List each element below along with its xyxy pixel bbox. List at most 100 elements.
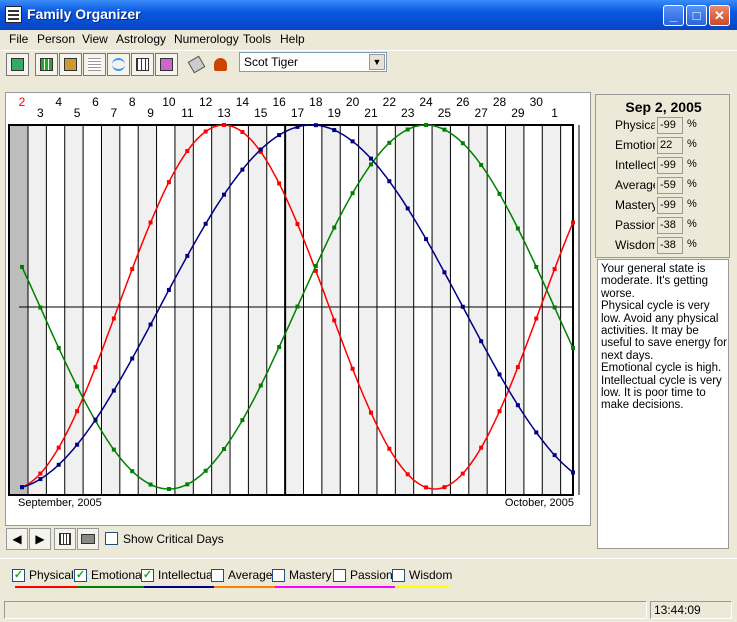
- description-panel[interactable]: Your general state is moderate. It's get…: [597, 259, 729, 549]
- stat-value-physical: -99: [657, 117, 683, 134]
- current-day-column: [9, 125, 28, 495]
- biorhythm-chart: 2 4 6 8 10 12 14 16 18 20 22 24 26 28 30 3 5 7 9 11 13 15 17 19…: [5, 92, 591, 526]
- data-point: [497, 191, 502, 196]
- day-label: 16: [272, 95, 286, 109]
- figure-button[interactable]: [209, 53, 232, 76]
- title-bar[interactable]: Family Organizer _ □ ✕: [0, 0, 737, 30]
- legend-checkbox-intellectual[interactable]: ✓: [141, 569, 154, 582]
- day-column: [266, 125, 286, 495]
- day-column: [303, 125, 322, 495]
- data-point: [571, 345, 575, 350]
- legend-label: Wisdom: [409, 568, 453, 582]
- day-label: 27: [474, 106, 488, 120]
- lines-button[interactable]: [83, 53, 106, 76]
- data-point: [424, 123, 429, 128]
- stat-value-emotion: 22: [657, 137, 683, 154]
- data-point: [203, 468, 208, 473]
- biorhythm-button[interactable]: [107, 53, 130, 76]
- menu-view[interactable]: View: [82, 32, 108, 46]
- day-column: [28, 125, 47, 495]
- portrait-button[interactable]: [155, 53, 178, 76]
- calendar-grid-button[interactable]: [131, 53, 154, 76]
- day-column: [432, 125, 451, 495]
- data-point: [479, 339, 484, 344]
- maximize-button[interactable]: □: [686, 5, 707, 26]
- menu-help[interactable]: Help: [280, 32, 305, 46]
- day-column: [138, 125, 157, 495]
- stats-panel: Sep 2, 2005 Physical-99%Emotion22%Intell…: [595, 94, 730, 258]
- data-point: [313, 123, 318, 128]
- day-label: 28: [493, 95, 507, 109]
- data-point: [515, 226, 520, 231]
- stat-percent: %: [687, 178, 697, 190]
- data-point: [258, 383, 263, 388]
- chevron-down-icon[interactable]: ▼: [369, 54, 385, 70]
- print-button[interactable]: [77, 528, 99, 550]
- data-point: [571, 220, 575, 225]
- data-point: [295, 222, 300, 227]
- data-point: [258, 147, 263, 152]
- data-point: [479, 445, 484, 450]
- legend-bar: ✓ Physical ✓ Emotional ✓ Intellectual Average M…: [0, 558, 737, 598]
- data-point: [552, 453, 557, 458]
- calendar-button[interactable]: [54, 528, 76, 550]
- calendar-grid-icon: [136, 58, 149, 71]
- data-point: [203, 221, 208, 226]
- legend-checkbox-mastery[interactable]: [272, 569, 285, 582]
- data-point: [460, 304, 465, 309]
- stat-percent: %: [687, 138, 697, 150]
- eraser-button[interactable]: [185, 53, 208, 76]
- legend-label: Emotional: [91, 568, 145, 582]
- show-critical-label: Show Critical Days: [123, 532, 224, 546]
- day-label: 12: [199, 95, 213, 109]
- day-label: 26: [456, 95, 470, 109]
- day-column: [450, 125, 469, 495]
- legend-checkbox-physical[interactable]: ✓: [12, 569, 25, 582]
- menu-numerology[interactable]: Numerology: [174, 32, 239, 46]
- day-label: 6: [92, 95, 99, 109]
- day-column: [248, 125, 267, 495]
- day-label: 18: [309, 95, 323, 109]
- calendar-grid-icon: [59, 533, 71, 545]
- day-column: [193, 125, 212, 495]
- person-select[interactable]: Scot Tiger ▼: [239, 52, 387, 72]
- data-point: [405, 127, 410, 132]
- legend-label: Physical: [29, 568, 74, 582]
- legend-swatch: [214, 586, 275, 588]
- data-point: [38, 305, 43, 310]
- close-icon: ✕: [714, 7, 725, 23]
- close-button[interactable]: ✕: [709, 5, 730, 26]
- data-point: [56, 445, 61, 450]
- family-tree-button[interactable]: [59, 53, 82, 76]
- menu-person[interactable]: Person: [37, 32, 75, 46]
- legend-checkbox-emotional[interactable]: ✓: [74, 569, 87, 582]
- data-point: [277, 181, 282, 186]
- prev-button[interactable]: ◀: [6, 528, 28, 550]
- stat-value-mastery: -99: [657, 197, 683, 214]
- legend-swatch: [336, 586, 397, 588]
- menu-tools[interactable]: Tools: [243, 32, 271, 46]
- arrow-right-icon: ▶: [35, 532, 45, 546]
- month-right-label: October, 2005: [505, 497, 574, 509]
- legend-checkbox-average[interactable]: [211, 569, 224, 582]
- data-point: [368, 156, 373, 161]
- next-button[interactable]: ▶: [29, 528, 51, 550]
- data-point: [111, 447, 116, 452]
- data-point: [166, 180, 171, 185]
- data-point: [387, 446, 392, 451]
- data-point: [20, 485, 24, 490]
- data-point: [405, 472, 410, 477]
- legend-checkbox-wisdom[interactable]: [392, 569, 405, 582]
- menu-file[interactable]: File: [9, 32, 28, 46]
- data-point: [240, 129, 245, 134]
- legend-checkbox-passion[interactable]: [333, 569, 346, 582]
- show-critical-checkbox[interactable]: [105, 532, 118, 545]
- data-point: [166, 486, 171, 491]
- minimize-button[interactable]: _: [663, 5, 684, 26]
- exit-button[interactable]: [6, 53, 29, 76]
- printer-icon: [81, 534, 95, 544]
- biorhythm-icon: [112, 58, 125, 71]
- grid-button[interactable]: [35, 53, 58, 76]
- legend-swatch: [275, 586, 336, 588]
- menu-astrology[interactable]: Astrology: [116, 32, 166, 46]
